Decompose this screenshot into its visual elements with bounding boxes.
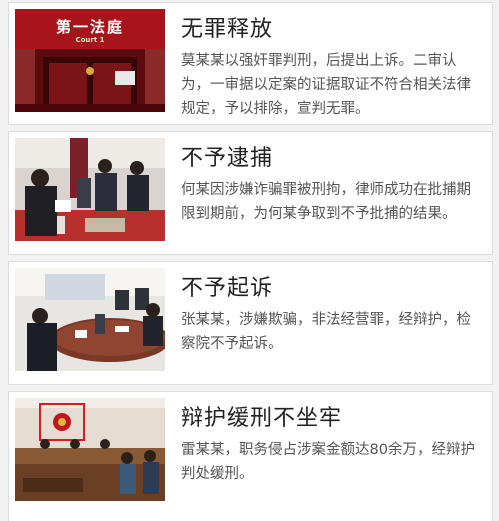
meeting-room-photo xyxy=(15,268,165,371)
courtroom-hearing-photo xyxy=(15,398,165,501)
evidence-inspection-illustration xyxy=(15,138,165,241)
case-list: 第一法庭 Court 1 无罪释放 莫某某以强奸罪判刑，后提出上诉。二审认为，一… xyxy=(0,0,499,521)
case-card-no-arrest[interactable]: 不予逮捕 何某因涉嫌诈骗罪被刑拘，律师成功在批捕期限到期前，为何某争取到不予批捕… xyxy=(8,131,493,255)
case-description: 莫某某以强奸罪判刑，后提出上诉。二审认为，一审据以定案的证据取证不符合相关法律规… xyxy=(181,53,471,117)
case-card-acquittal[interactable]: 第一法庭 Court 1 无罪释放 莫某某以强奸罪判刑，后提出上诉。二审认为，一… xyxy=(8,2,493,125)
case-title: 不予逮捕 xyxy=(181,146,274,171)
case-card-probation[interactable]: 辩护缓刑不坐牢 雷某某，职务侵占涉案金额达80余万，经辩护判处缓刑。 xyxy=(8,391,493,521)
court-sign-text: 第一法庭 xyxy=(55,18,124,36)
case-title: 无罪释放 xyxy=(181,17,274,42)
meeting-room-illustration xyxy=(15,268,165,371)
case-description: 张某某，涉嫌欺骗，非法经营罪，经辩护，检察院不予起诉。 xyxy=(181,312,471,352)
case-description: 何某因涉嫌诈骗罪被刑拘，律师成功在批捕期限到期前，为何某争取到不予批捕的结果。 xyxy=(181,182,471,222)
case-card-no-prosecution[interactable]: 不予起诉 张某某，涉嫌欺骗，非法经营罪，经辩护，检察院不予起诉。 xyxy=(8,261,493,385)
evidence-inspection-photo xyxy=(15,138,165,241)
court-sign-subtext: Court 1 xyxy=(75,36,105,44)
courtroom-entrance-photo: 第一法庭 Court 1 xyxy=(15,9,165,112)
courtroom-hearing-illustration xyxy=(15,398,165,501)
case-title: 辩护缓刑不坐牢 xyxy=(181,406,343,431)
case-title: 不予起诉 xyxy=(181,276,274,301)
case-description: 雷某某，职务侵占涉案金额达80余万，经辩护判处缓刑。 xyxy=(181,442,475,482)
